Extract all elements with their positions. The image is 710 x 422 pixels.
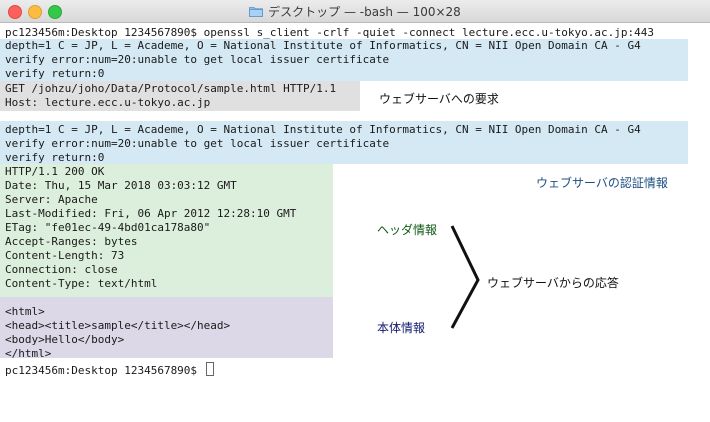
header-line: Accept-Ranges: bytes — [5, 235, 138, 248]
header-line: Date: Thu, 15 Mar 2018 03:03:12 GMT — [5, 179, 237, 192]
body-line: <html> — [5, 305, 45, 318]
tls-info-line: verify error:num=20:unable to get local … — [5, 137, 390, 150]
tls-info-line: verify return:0 — [5, 151, 105, 164]
cert-annotation: ウェブサーバの認証情報 — [536, 176, 668, 190]
terminal-window: デスクトップ — -bash — 100×28 pc123456m:Deskto… — [0, 0, 710, 422]
tls-info-line: verify error:num=20:unable to get local … — [5, 53, 390, 66]
text-cursor — [205, 362, 214, 376]
prompt-command-line: pc123456m:Desktop 1234567890$ openssl s_… — [5, 26, 655, 39]
request-block: GET /johzu/joho/Data/Protocol/sample.htm… — [0, 81, 360, 111]
window-title: デスクトップ — -bash — 100×28 — [268, 4, 461, 19]
tls-info-block-1: depth=1 C = JP, L = Academe, O = Nationa… — [0, 39, 688, 81]
title-bar: デスクトップ — -bash — 100×28 — [0, 0, 710, 23]
tls-info-line: depth=1 C = JP, L = Academe, O = Nationa… — [5, 123, 641, 136]
request-line: Host: lecture.ecc.u-tokyo.ac.jp — [5, 96, 211, 109]
bracket-icon — [450, 225, 480, 329]
tls-info-block-2: depth=1 C = JP, L = Academe, O = Nationa… — [0, 121, 688, 164]
header-line: Last-Modified: Fri, 06 Apr 2012 12:28:10… — [5, 207, 297, 220]
body-line: <head><title>sample</title></head> — [5, 319, 231, 332]
window-title-wrap: デスクトップ — -bash — 100×28 — [0, 0, 710, 22]
folder-icon — [249, 6, 264, 17]
final-prompt-line: pc123456m:Desktop 1234567890$ — [5, 362, 214, 377]
header-line: ETag: "fe01ec-49-4bd01ca178a80" — [5, 221, 211, 234]
body-annotation: 本体情報 — [377, 321, 426, 335]
header-line: Server: Apache — [5, 193, 98, 206]
tls-info-line: depth=1 C = JP, L = Academe, O = Nationa… — [5, 39, 641, 52]
header-line: Content-Type: text/html — [5, 277, 158, 290]
header-line: HTTP/1.1 200 OK — [5, 165, 105, 178]
tls-info-line: verify return:0 — [5, 67, 105, 80]
body-line: </html> — [5, 347, 52, 360]
header-line: Connection: close — [5, 263, 118, 276]
terminal-output[interactable]: pc123456m:Desktop 1234567890$ openssl s_… — [0, 23, 710, 422]
header-annotation: ヘッダ情報 — [377, 223, 438, 237]
request-annotation: ウェブサーバへの要求 — [379, 92, 499, 106]
final-prompt: pc123456m:Desktop 1234567890$ — [5, 364, 204, 377]
response-body-block: <html> <head><title>sample</title></head… — [0, 297, 333, 360]
request-line: GET /johzu/joho/Data/Protocol/sample.htm… — [5, 82, 337, 95]
body-line: <body>Hello</body> — [5, 333, 125, 346]
header-line: Content-Length: 73 — [5, 249, 125, 262]
response-header-block: HTTP/1.1 200 OK Date: Thu, 15 Mar 2018 0… — [0, 164, 333, 297]
response-annotation: ウェブサーバからの応答 — [487, 276, 619, 290]
